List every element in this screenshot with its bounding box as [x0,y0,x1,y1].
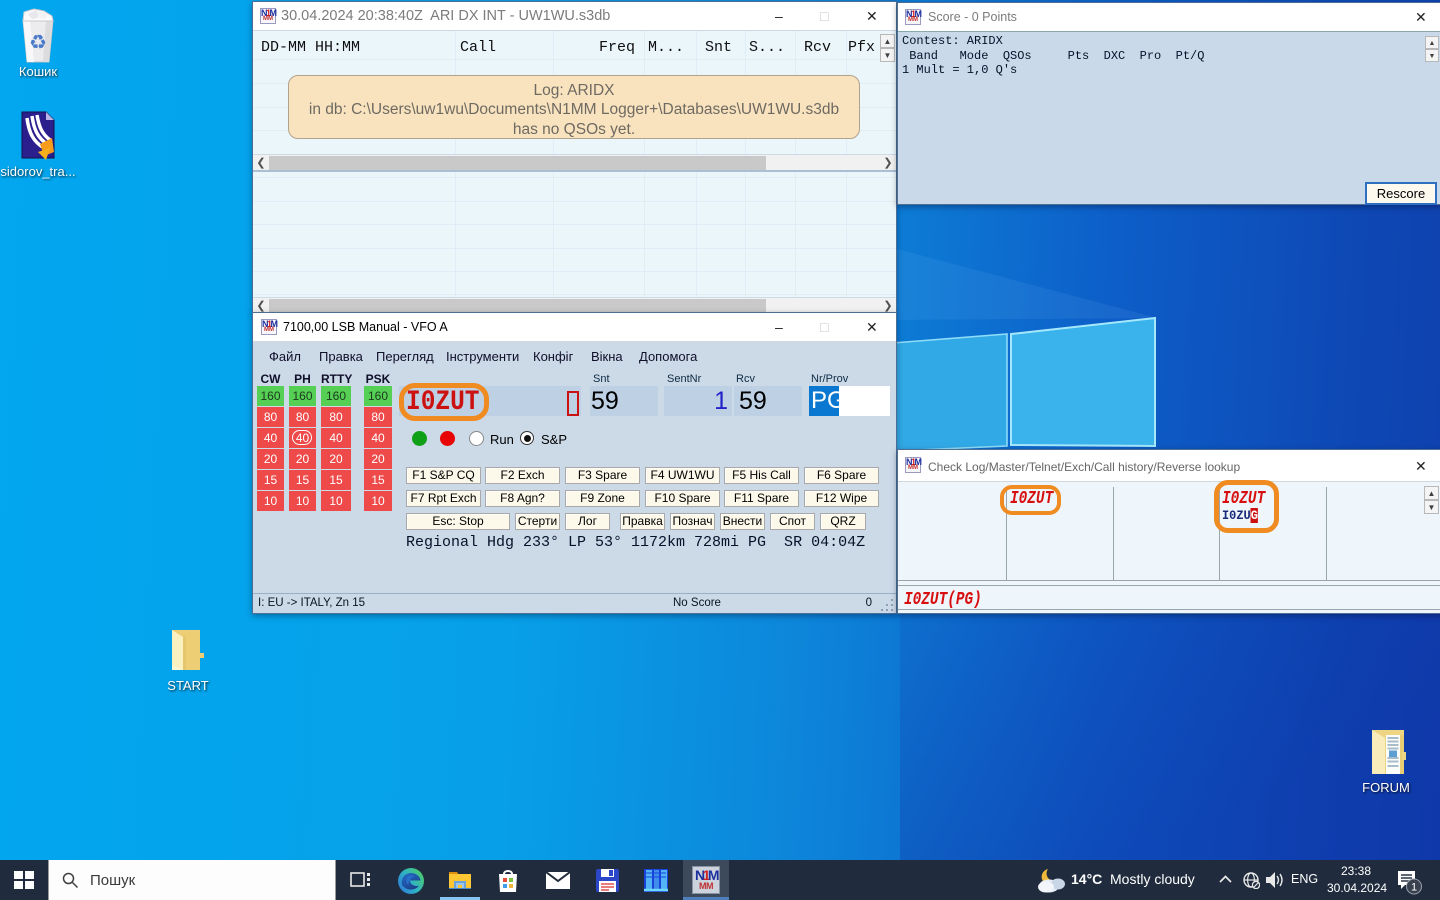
svg-text:♻: ♻ [29,32,47,54]
svg-text:1: 1 [1411,882,1417,894]
